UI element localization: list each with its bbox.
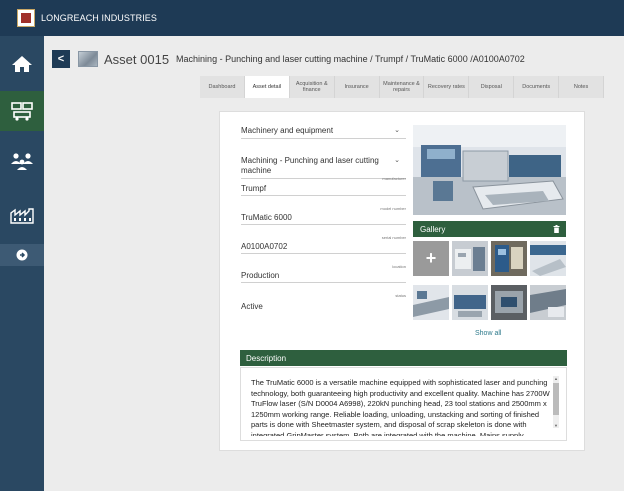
back-button[interactable]: < [52,50,70,68]
asset-id: Asset 0015 [104,51,170,67]
chevron-down-icon: ⌄ [394,127,400,134]
manufacturer-label: manufacturer [382,176,406,181]
model-number-value: TruMatic 6000 [241,213,292,222]
tab-documents[interactable]: Documents [514,76,560,98]
tab-asset-detail[interactable]: Asset detail [244,76,290,98]
manufacturer-value: Trumpf [241,184,267,193]
sidebar-item-assets[interactable] [0,91,44,131]
chevron-down-icon: ⌄ [394,157,400,164]
company-name: LONGREACH INDUSTRIES [41,13,158,23]
factory-icon [10,208,34,224]
asset-thumbnail [78,51,98,67]
gallery-title: Gallery [420,224,446,234]
model-number-field[interactable]: model number TruMatic 6000 [241,206,406,225]
gallery-thumbnail[interactable] [413,285,449,320]
asset-main-image[interactable] [413,125,566,215]
sidebar-expand-button[interactable] [0,244,44,266]
gallery-thumbnail[interactable] [530,241,566,276]
gallery-thumbnail[interactable] [491,241,527,276]
people-icon [11,153,33,170]
tab-dashboard[interactable]: Dashboard [200,76,245,98]
trash-icon[interactable] [553,225,560,233]
asset-header: < Asset 0015 Machining - Punching and la… [52,49,525,69]
asset-description: Machining - Punching and laser cutting m… [176,54,525,64]
description-scrollbar[interactable]: ▲ ▼ [553,376,559,428]
category-value: Machinery and equipment [241,126,334,135]
tab-bar: Dashboard Asset detail Acquisition & fin… [200,76,605,98]
description-box: The TruMatic 6000 is a versatile machine… [240,367,567,441]
gallery-thumbnail[interactable] [452,285,488,320]
add-image-button[interactable]: + [413,241,449,276]
serial-number-label: serial number [381,235,406,240]
gallery-thumbnail[interactable] [491,285,527,320]
serial-number-value: A0100A0702 [241,242,288,251]
tab-disposal[interactable]: Disposal [469,76,515,98]
sidebar-item-home[interactable] [0,44,44,84]
description-title: Description [246,353,287,363]
arrow-right-icon [16,249,28,261]
scroll-thumb[interactable] [553,383,559,415]
gallery-header: Gallery [413,221,566,237]
status-label: status [395,293,406,298]
sidebar [0,36,44,491]
machine-photo [413,125,566,215]
model-number-label: model number [380,206,406,211]
tab-insurance[interactable]: Insurance [335,76,380,98]
location-value: Production [241,271,280,280]
status-value: Active [241,302,263,311]
scroll-up-icon[interactable]: ▲ [553,376,559,381]
location-field[interactable]: location Production [241,264,406,283]
tab-maintenance-repairs[interactable]: Maintenance & repairs [380,76,425,98]
location-label: location [392,264,406,269]
tab-acquisition-finance[interactable]: Acquisition & finance [290,76,335,98]
top-bar: LONGREACH INDUSTRIES [0,0,624,36]
show-all-link[interactable]: Show all [475,330,501,337]
company-logo [17,9,35,27]
sidebar-item-facilities[interactable] [0,196,44,236]
home-icon [12,56,32,72]
status-field[interactable]: status Active [241,293,406,314]
gallery-thumbnail[interactable] [452,241,488,276]
subcategory-value: Machining - Punching and laser cutting m… [241,156,379,175]
description-header: Description [240,350,567,366]
category-select[interactable]: Machinery and equipment ⌄ [241,126,406,139]
description-text: The TruMatic 6000 is a versatile machine… [251,378,550,436]
scroll-down-icon[interactable]: ▼ [553,423,559,428]
vehicle-icon [11,102,33,121]
tab-recovery-rates[interactable]: Recovery rates [424,76,470,98]
sidebar-item-people[interactable] [0,141,44,181]
serial-number-field[interactable]: serial number A0100A0702 [241,235,406,254]
manufacturer-field[interactable]: manufacturer Trumpf [241,176,406,196]
gallery-thumbnail[interactable] [530,285,566,320]
tab-notes[interactable]: Notes [559,76,605,98]
